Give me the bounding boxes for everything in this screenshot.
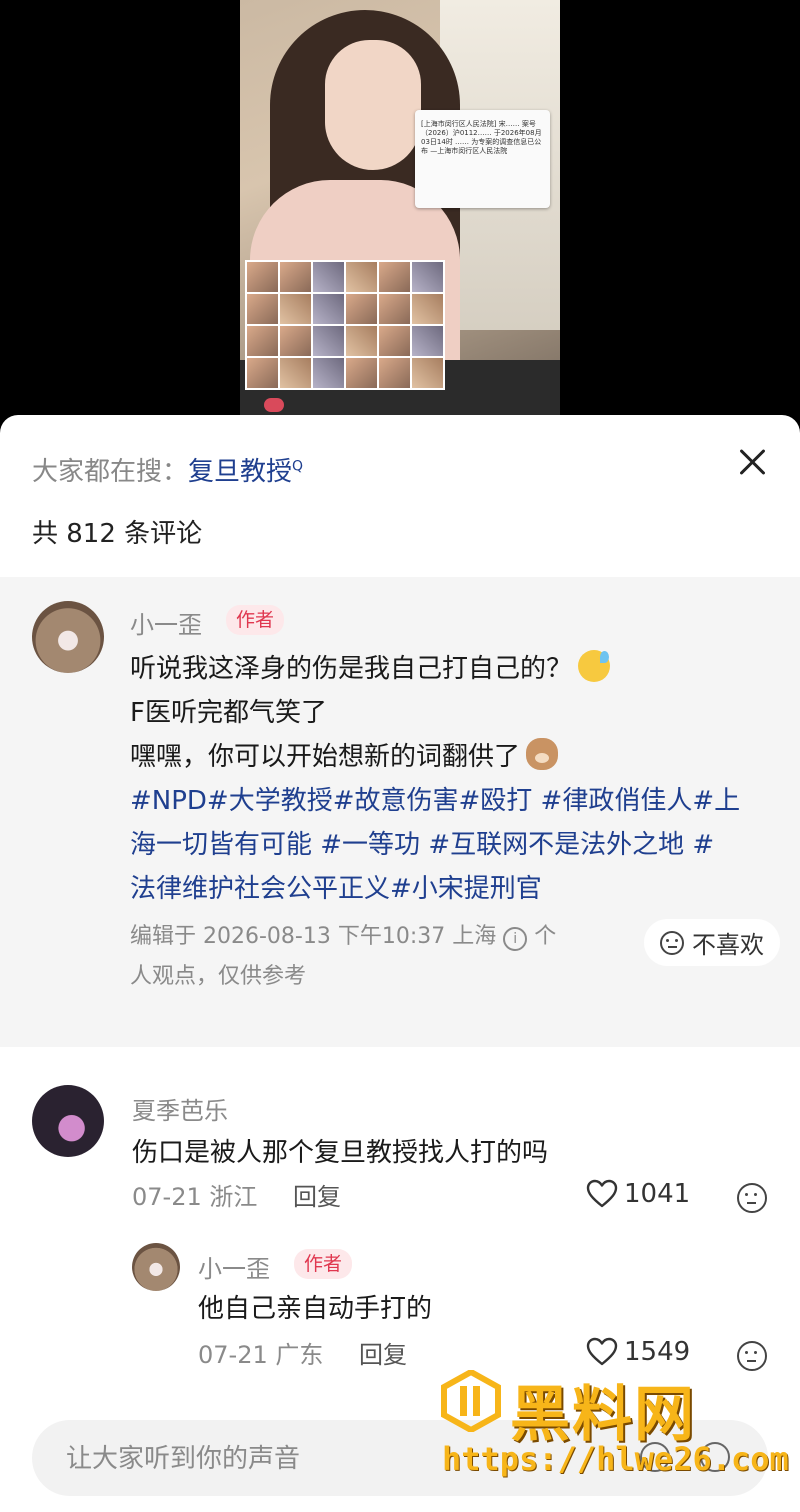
search-hint-prefix: 大家都在搜： <box>32 457 189 487</box>
dislike-button[interactable] <box>737 1341 769 1373</box>
comment-text-line: F医听完都气笑了 <box>130 698 327 728</box>
comment-input[interactable] <box>64 1420 628 1498</box>
like-count: 1549 <box>624 1337 691 1367</box>
dislike-label: 不喜欢 <box>692 931 764 959</box>
neutral-face-icon <box>737 1341 767 1371</box>
comment-username[interactable]: 小一歪 <box>130 605 202 640</box>
comment-meta: 07-21 浙江 回复 <box>132 1177 341 1217</box>
author-badge: 作者 <box>294 1249 353 1279</box>
neutral-face-icon <box>660 930 684 955</box>
comment-count: 共 812 条评论 <box>32 519 203 549</box>
dislike-button[interactable] <box>737 1183 769 1215</box>
comment-text-line: 听说我这泽身的伤是我自己打自己的？ <box>130 647 611 691</box>
hashtag-line[interactable]: 法律维护社会公平正义#小宋提刑官 <box>130 867 542 911</box>
court-sms-screenshot: [上海市闵行区人民法院] 宋…… 案号（2026）沪0112…… 于2026年0… <box>415 110 550 208</box>
edit-meta: 编辑于 2026-08-13 下午10:37 上海 i 个 <box>130 917 556 957</box>
sweat-smile-emoji <box>578 650 611 682</box>
dog-emoji <box>526 738 559 770</box>
comment-date: 07-21 <box>132 1183 202 1211</box>
comment-text: 听说我这泽身的伤是我自己打自己的？ <box>130 654 573 684</box>
comment-text: 伤口是被人那个复旦教授找人打的吗 <box>132 1138 549 1168</box>
court-sms-text: [上海市闵行区人民法院] 宋…… 案号（2026）沪0112…… 于2026年0… <box>421 120 542 155</box>
comment-text: 他自己亲自动手打的 <box>198 1294 433 1324</box>
heart-icon <box>586 1337 618 1366</box>
comment-location: 浙江 <box>209 1183 258 1211</box>
search-hint-keyword[interactable]: 复旦教授 <box>188 457 292 487</box>
comment-text: 嘿嘿，你可以开始想新的词翻供了 <box>130 742 521 772</box>
comment-date: 07-21 <box>198 1341 268 1369</box>
like-button[interactable]: 1041 <box>586 1179 690 1209</box>
search-icon: Q <box>292 458 304 475</box>
avatar[interactable] <box>132 1243 180 1291</box>
like-count: 1041 <box>624 1179 691 1209</box>
heart-icon <box>586 1179 618 1208</box>
disclaimer-text: 人观点，仅供参考 <box>130 964 307 989</box>
comment-username[interactable]: 夏季芭乐 <box>132 1091 228 1126</box>
comment-composer <box>32 1420 768 1498</box>
injury-photo-collage <box>245 260 445 390</box>
close-icon[interactable] <box>730 439 776 485</box>
emoji-icon[interactable] <box>700 1442 730 1472</box>
video-player[interactable]: [上海市闵行区人民法院] 宋…… 案号（2026）沪0112…… 于2026年0… <box>0 0 800 430</box>
disclaimer-start: 个 <box>534 924 557 949</box>
info-icon[interactable]: i <box>503 927 528 951</box>
avatar[interactable] <box>32 601 104 673</box>
hashtag-line[interactable]: #NPD#大学教授#故意伤害#殴打 #律政俏佳人#上 <box>130 779 740 823</box>
comment-text-line: 嘿嘿，你可以开始想新的词翻供了 <box>130 735 559 779</box>
comment-meta: 07-21 广东 回复 <box>198 1335 407 1375</box>
mention-icon[interactable] <box>640 1442 670 1472</box>
pinned-comment: 小一歪 作者 听说我这泽身的伤是我自己打自己的？ F医听完都气笑了 嘿嘿，你可以… <box>0 577 800 1047</box>
reply-button[interactable]: 回复 <box>359 1341 407 1369</box>
avatar[interactable] <box>32 1085 104 1157</box>
neutral-face-icon <box>737 1183 767 1213</box>
dislike-button[interactable]: 不喜欢 <box>644 919 780 966</box>
trending-search-hint[interactable]: 大家都在搜：复旦教授Q <box>32 451 303 488</box>
hashtag-line[interactable]: 海一切皆有可能 #一等功 #互联网不是法外之地 # <box>130 823 714 867</box>
reply-button[interactable]: 回复 <box>293 1183 341 1211</box>
like-button[interactable]: 1549 <box>586 1337 690 1367</box>
comments-sheet: 大家都在搜：复旦教授Q 共 812 条评论 小一歪 作者 听说我这泽身的伤是我自… <box>0 415 800 1512</box>
author-badge: 作者 <box>226 605 285 635</box>
comment-location: 广东 <box>275 1341 324 1369</box>
record-indicator <box>264 398 284 412</box>
edit-timestamp: 编辑于 2026-08-13 下午10:37 上海 <box>130 924 497 949</box>
person-face <box>325 40 421 170</box>
comment-username[interactable]: 小一歪 <box>198 1249 270 1284</box>
